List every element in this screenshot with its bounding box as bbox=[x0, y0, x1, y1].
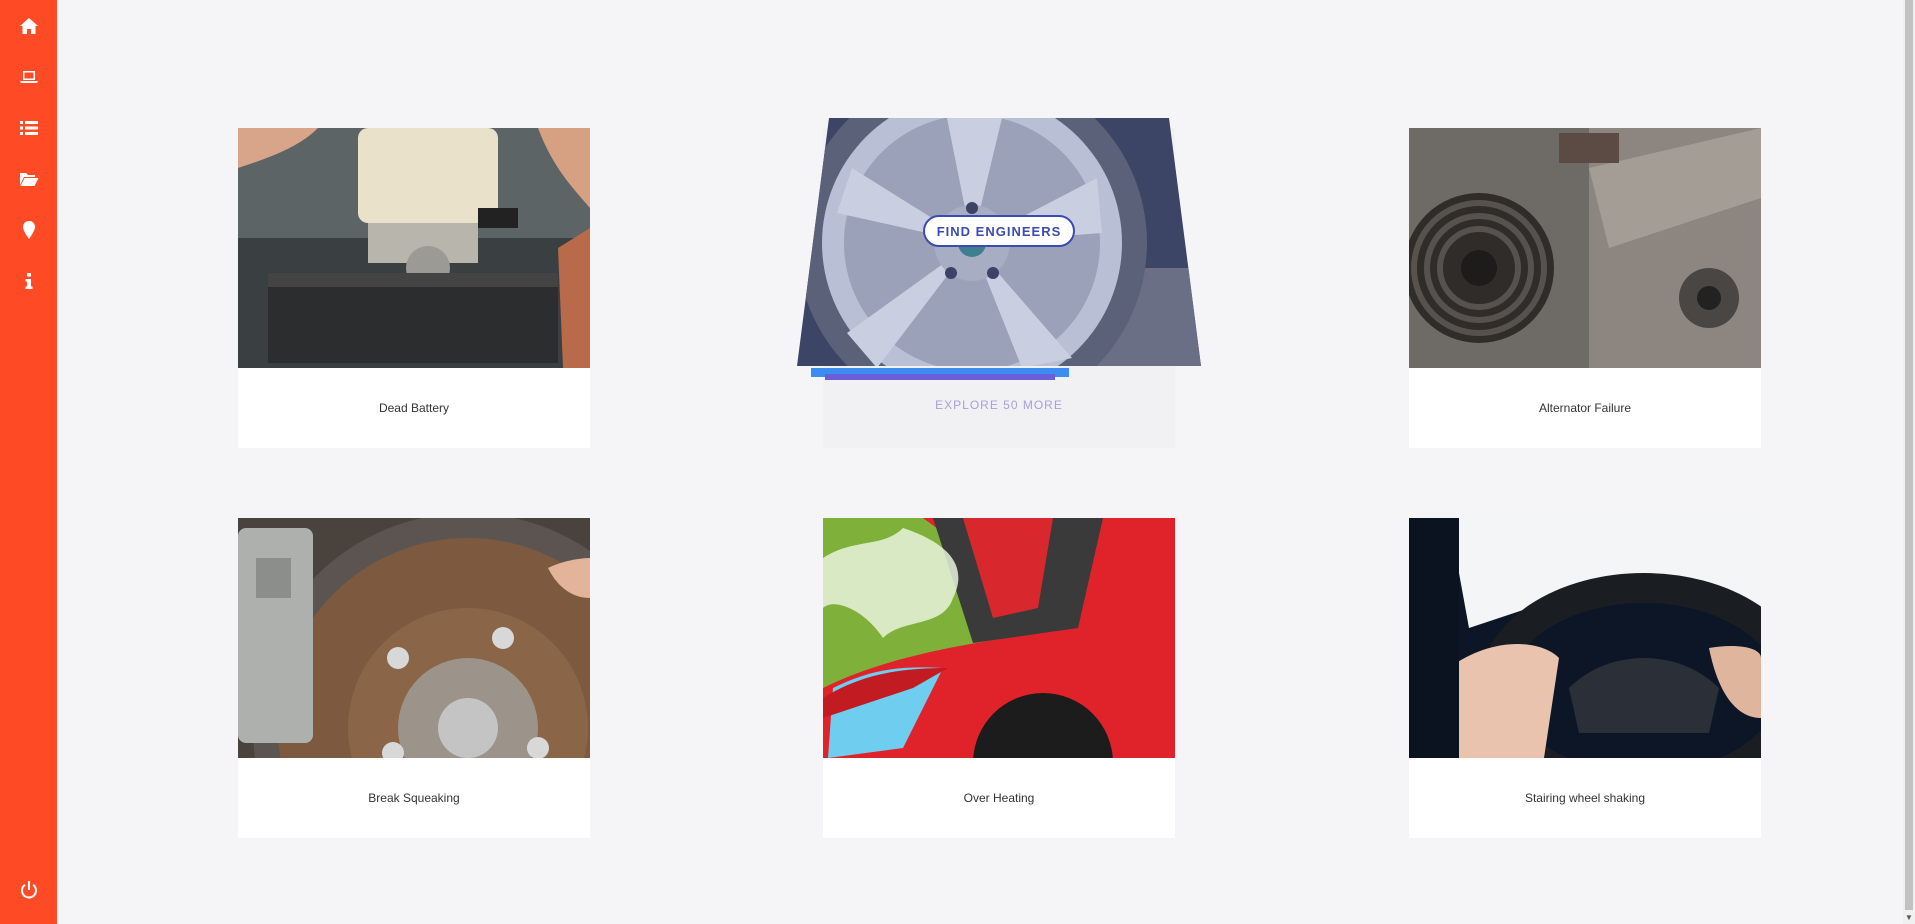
card-label: Stairing wheel shaking bbox=[1524, 791, 1646, 805]
find-engineers-button[interactable]: FIND ENGINEERS bbox=[923, 215, 1075, 247]
nav-info-button[interactable] bbox=[0, 261, 57, 301]
nav-folder-button[interactable] bbox=[0, 159, 57, 199]
page-scrollbar[interactable]: ▼ bbox=[1903, 0, 1915, 924]
power-icon bbox=[20, 881, 37, 899]
card-label: Dead Battery bbox=[378, 401, 450, 415]
card-featured[interactable]: FIND ENGINEERS EXPLORE 50 MORE bbox=[797, 118, 1201, 448]
card-dead-battery[interactable]: Dead Battery bbox=[238, 128, 590, 448]
home-icon bbox=[19, 18, 38, 34]
map-marker-icon bbox=[22, 221, 35, 239]
folder-open-icon bbox=[19, 173, 38, 186]
card-label: Alternator Failure bbox=[1538, 401, 1632, 415]
nav-laptop-button[interactable] bbox=[0, 57, 57, 97]
dead-battery-image bbox=[238, 128, 590, 368]
scroll-down-arrow-icon[interactable]: ▼ bbox=[1905, 912, 1913, 924]
nav-location-button[interactable] bbox=[0, 210, 57, 250]
card-break-squeaking[interactable]: Break Squeaking bbox=[238, 518, 590, 838]
explore-more-link[interactable]: EXPLORE 50 MORE bbox=[823, 398, 1175, 412]
card-alternator-failure[interactable]: Alternator Failure bbox=[1409, 128, 1761, 448]
card-over-heating[interactable]: Over Heating bbox=[823, 518, 1175, 838]
list-icon bbox=[19, 121, 38, 135]
logout-button[interactable] bbox=[0, 870, 57, 910]
brake-disc-image bbox=[238, 518, 590, 758]
info-icon bbox=[25, 273, 32, 289]
overheating-car-image bbox=[823, 518, 1175, 758]
featured-accent-bar-secondary bbox=[825, 374, 1055, 380]
card-stairing-wheel-shaking[interactable]: Stairing wheel shaking bbox=[1409, 518, 1761, 838]
card-label: Over Heating bbox=[963, 791, 1035, 805]
card-label: Break Squeaking bbox=[368, 791, 460, 805]
steering-wheel-image bbox=[1409, 518, 1761, 758]
nav-list-button[interactable] bbox=[0, 108, 57, 148]
alternator-image bbox=[1409, 128, 1761, 368]
laptop-icon bbox=[19, 71, 38, 83]
nav-home-button[interactable] bbox=[0, 6, 57, 46]
scrollbar-thumb[interactable] bbox=[1905, 0, 1913, 910]
sidebar bbox=[0, 0, 57, 924]
